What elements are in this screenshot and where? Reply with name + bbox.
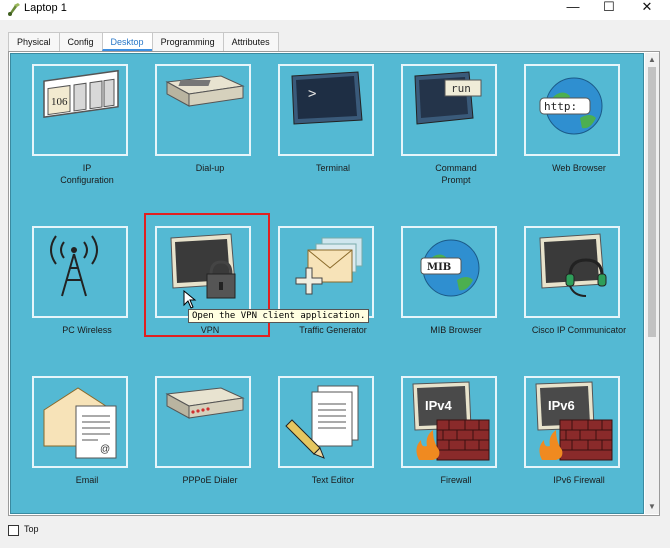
app-label: Web Browser [552,163,606,173]
terminal-icon: > [291,71,363,125]
tab-strip: Physical Config Desktop Programming Attr… [8,32,279,51]
app-email[interactable]: @ Email [19,376,129,513]
app-text-editor[interactable]: Text Editor [265,376,375,513]
firewall-icon: IPv4 [412,381,490,461]
pppoe-dialer-icon [165,387,245,419]
app-tile: run [401,64,497,156]
app-label: Text Editor [311,475,355,485]
ipv6-firewall-icon: IPv6 [535,381,613,461]
email-icon: @ [43,387,117,459]
scroll-thumb[interactable] [648,67,656,337]
svg-text:MIB: MIB [427,262,451,273]
window-title: Laptop 1 [24,2,67,14]
svg-text:http:: http: [544,100,577,113]
app-cisco-ip-communicator[interactable]: Cisco IP Communicator [511,226,626,366]
app-label: MIB Browser [430,325,482,335]
app-mib-browser[interactable]: MIB MIB Browser [388,226,498,366]
app-tile: MIB [401,226,497,318]
headset-monitor-icon [539,233,607,297]
app-command-prompt[interactable]: run Command Prompt [388,64,498,204]
scroll-up-icon[interactable]: ▲ [648,55,656,64]
laptop-app-icon [8,3,20,16]
traffic-generator-icon [295,237,363,295]
wireless-tower-icon [50,235,98,297]
app-label: Email [75,475,99,485]
app-tile: > [278,64,374,156]
tab-programming[interactable]: Programming [151,32,224,51]
tab-physical[interactable]: Physical [8,32,60,51]
app-terminal[interactable]: > Terminal [265,64,375,204]
mib-globe-icon: MIB [420,239,480,297]
tab-desktop[interactable]: Desktop [101,32,153,51]
app-tile: IPv4 [401,376,497,468]
svg-text:>: > [308,86,316,102]
vpn-tooltip: Open the VPN client application. [188,309,370,323]
ip-config-icon: 106 [43,69,119,119]
vertical-scrollbar[interactable]: ▲ ▼ [645,53,659,514]
app-pppoe-dialer[interactable]: PPPoE Dialer [142,376,252,513]
app-label: Terminal [315,163,350,173]
app-traffic-generator[interactable]: Traffic Generator [265,226,375,366]
app-ipv6-firewall[interactable]: IPv6 IPv6 Firewall [511,376,621,513]
close-button[interactable]: ✕ [630,0,664,16]
scroll-down-icon[interactable]: ▼ [648,502,656,511]
svg-text:IPv4: IPv4 [425,398,453,413]
app-tile [155,64,251,156]
app-ip-configuration[interactable]: 106 IP Configuration [19,64,129,204]
app-dial-up[interactable]: Dial-up [142,64,252,204]
command-prompt-icon: run [414,71,482,125]
app-tile [278,376,374,468]
app-web-browser[interactable]: http: Web Browser [511,64,621,204]
app-label: IP Configuration [60,163,114,185]
app-label: IPv6 Firewall [553,475,605,485]
modem-icon [165,75,245,107]
svg-text:run: run [451,82,471,95]
text-editor-icon [285,385,359,459]
tab-attributes[interactable]: Attributes [222,32,279,51]
app-pc-wireless[interactable]: PC Wireless [19,226,129,366]
app-label: PC Wireless [62,325,112,335]
app-tile [155,376,251,468]
app-tile [278,226,374,318]
app-tile: IPv6 [524,376,620,468]
app-label: Dial-up [195,163,225,173]
app-firewall[interactable]: IPv4 Firewall [388,376,498,513]
app-label: Cisco IP Communicator [531,325,627,335]
maximize-button[interactable]: ☐ [592,0,626,16]
svg-text:IPv6: IPv6 [548,398,575,413]
title-bar: Laptop 1 — ☐ ✕ [0,0,670,20]
app-tile: 106 [32,64,128,156]
app-label: PPPoE Dialer [182,475,238,485]
app-label: Firewall [440,475,472,485]
top-checkbox-label: Top [24,524,39,534]
mouse-cursor-icon [183,290,197,309]
app-tile: http: [524,64,620,156]
app-label: Traffic Generator [299,325,367,335]
minimize-button[interactable]: — [556,0,590,16]
app-tile [524,226,620,318]
desktop-area: 106 IPConfiguration Dial-up > Terminal [10,53,644,514]
svg-text:@: @ [100,444,110,455]
bottom-bar: Top [0,520,670,548]
top-checkbox[interactable] [8,525,19,536]
app-tile [32,226,128,318]
app-tile: @ [32,376,128,468]
svg-text:106: 106 [51,96,68,108]
tab-config[interactable]: Config [58,32,103,51]
app-label: Command Prompt [435,163,477,185]
globe-icon: http: [539,77,603,135]
